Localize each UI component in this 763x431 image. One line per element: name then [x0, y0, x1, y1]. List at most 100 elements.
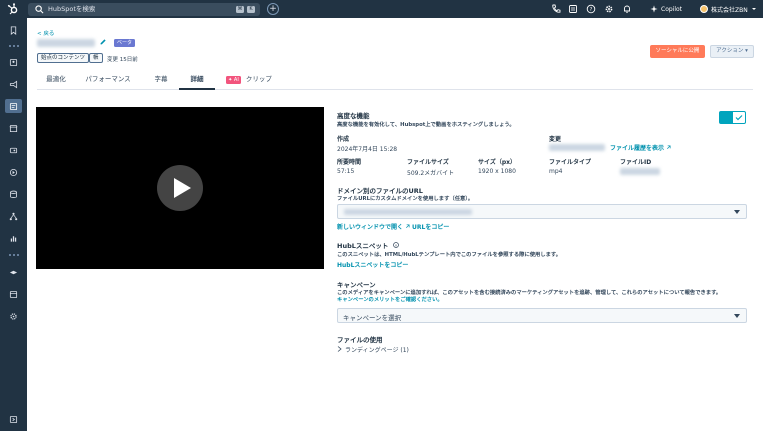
chevron-right-icon — [337, 346, 342, 352]
breeze-icon — [9, 270, 18, 274]
duration-value: 57:15 — [337, 168, 355, 175]
domain-url-select[interactable] — [337, 204, 747, 219]
sidebar-separator-2 — [8, 254, 19, 256]
settings-gear-icon[interactable] — [604, 4, 614, 14]
sidebar-separator — [8, 45, 19, 47]
sidebar-breeze[interactable] — [5, 265, 22, 279]
sparkle-icon — [650, 5, 658, 13]
landing-pages-label: ランディングページ (1) — [345, 347, 409, 354]
campaign-select-value: キャンペーンを選択 — [343, 314, 402, 322]
svg-text:?: ? — [590, 7, 593, 13]
external-link-icon — [406, 224, 410, 228]
created-label: 作成 — [337, 136, 350, 143]
dimensions-label: サイズ（px） — [478, 159, 516, 166]
top-navigation-bar: HubSpotを検索 ⌘ K + ? Copilot 株式会社ZBN — [0, 0, 763, 18]
sidebar-integrations[interactable] — [5, 209, 22, 223]
changed-label: 変更 15日前 — [107, 57, 138, 63]
megaphone-icon — [9, 80, 18, 88]
fileid-label: ファイルID — [620, 159, 652, 166]
file-usage-title: ファイルの使用 — [337, 336, 383, 344]
dimensions-value: 1920 x 1080 — [478, 168, 516, 175]
sidebar-bookmarks[interactable] — [5, 23, 22, 37]
publish-social-button[interactable]: ソーシャルに公開 — [650, 45, 705, 58]
create-new-button[interactable]: + — [267, 3, 279, 15]
modified-label: 変更 — [549, 136, 562, 143]
sidebar-automation[interactable] — [5, 165, 22, 179]
fileid-value-redacted — [620, 168, 660, 175]
sidebar-data[interactable] — [5, 187, 22, 201]
network-icon — [9, 212, 18, 220]
notifications-bell-icon[interactable] — [622, 4, 632, 14]
bookmark-icon — [10, 25, 17, 35]
tab-bar: 最適化 パフォーマンス 字幕 詳細 ✦ AI クリップ — [37, 70, 753, 90]
ai-badge: ✦ AI — [226, 76, 241, 84]
landing-pages-toggle[interactable]: ランディングページ (1) — [337, 345, 409, 354]
filetype-value: mp4 — [549, 168, 563, 175]
domain-url-desc: ファイルURLにカスタムドメインを使用します（任意）。 — [337, 196, 474, 202]
external-link-icon — [667, 145, 671, 149]
expand-sidebar-icon — [9, 415, 18, 423]
filesize-value: 509.2メガバイト — [407, 170, 455, 177]
help-icon[interactable]: ? — [586, 4, 596, 14]
beta-badge: ベータ — [114, 39, 136, 47]
small-tag[interactable]: 帳 — [89, 53, 103, 63]
content-icon — [9, 102, 18, 110]
tab-clips-label: クリップ — [245, 75, 272, 83]
search-placeholder: HubSpotを検索 — [48, 5, 96, 13]
phone-icon[interactable] — [551, 4, 561, 14]
tab-captions[interactable]: 字幕 — [147, 70, 175, 90]
advanced-features-desc: 高度な機能を有効化して、Hubspot上で動画をホスティングしましょう。 — [337, 122, 515, 128]
sidebar-library[interactable] — [5, 287, 22, 301]
tab-performance[interactable]: パフォーマンス — [81, 70, 135, 90]
filetype-label: ファイルタイプ — [549, 159, 592, 166]
tab-captions-label: 字幕 — [154, 75, 168, 83]
info-icon[interactable] — [392, 242, 399, 248]
sidebar-marketing[interactable] — [5, 77, 22, 91]
database-icon — [10, 190, 17, 198]
sidebar-expand[interactable] — [5, 412, 22, 426]
hubl-snippet-desc: このスニペットは、HTML/HubLテンプレート内でこのファイルを参照する際に使… — [337, 252, 561, 258]
hubspot-logo-icon[interactable] — [7, 3, 19, 15]
copy-url-link[interactable]: URLをコピー — [412, 222, 449, 231]
sidebar-content[interactable] — [5, 99, 22, 113]
caret-down-icon — [734, 314, 740, 318]
sidebar-contacts[interactable] — [5, 55, 22, 69]
sidebar-settings[interactable] — [5, 309, 22, 323]
account-name: 株式会社ZBN — [711, 6, 748, 14]
account-menu[interactable]: 株式会社ZBN — [700, 4, 757, 14]
shortcut-cmd-key: ⌘ — [236, 6, 244, 13]
copy-hubl-link[interactable]: HubLスニペットをコピー — [337, 260, 408, 269]
sidebar-reporting[interactable] — [5, 231, 22, 245]
automation-icon — [9, 168, 18, 176]
hubl-snippet-title: HubLスニペット — [337, 240, 399, 250]
play-icon — [174, 178, 191, 198]
campaign-benefits-link[interactable]: キャンペーンのメリットをご確認ください。 — [337, 295, 443, 303]
campaign-select[interactable]: キャンペーンを選択 — [337, 308, 747, 323]
file-history-label: ファイル履歴を表示 — [610, 145, 665, 152]
filesize-label: ファイルサイズ — [407, 159, 449, 166]
tab-clips[interactable]: ✦ AI クリップ — [223, 70, 275, 90]
back-link[interactable]: < 戻る — [37, 29, 54, 37]
copilot-button[interactable]: Copilot — [650, 4, 682, 14]
left-sidebar — [0, 18, 27, 431]
page-title-redacted — [37, 39, 95, 47]
contacts-icon — [9, 58, 18, 66]
marketplace-icon[interactable] — [568, 4, 578, 14]
copilot-label: Copilot — [661, 5, 683, 13]
storefront-icon — [9, 124, 18, 132]
tab-details[interactable]: 詳細 — [179, 70, 215, 90]
hubl-title-text: HubLスニペット — [337, 242, 389, 250]
edit-pencil-icon[interactable] — [99, 38, 107, 46]
video-player[interactable] — [36, 107, 324, 269]
search-bar[interactable]: HubSpotを検索 ⌘ K — [28, 3, 260, 16]
open-new-window-link[interactable]: 新しいウィンドウで開く — [337, 222, 410, 231]
advanced-features-toggle[interactable] — [719, 111, 746, 124]
file-history-link[interactable]: ファイル履歴を表示 — [610, 143, 671, 152]
actions-button[interactable]: アクション ▾ — [710, 45, 754, 58]
shortcut-k-key: K — [247, 6, 255, 13]
sidebar-service[interactable] — [5, 143, 22, 157]
bar-chart-icon — [10, 235, 17, 242]
content-tag[interactable]: 始点のコンテンツ — [37, 53, 90, 63]
sidebar-commerce[interactable] — [5, 121, 22, 135]
tab-optimize[interactable]: 最適化 — [37, 70, 75, 90]
